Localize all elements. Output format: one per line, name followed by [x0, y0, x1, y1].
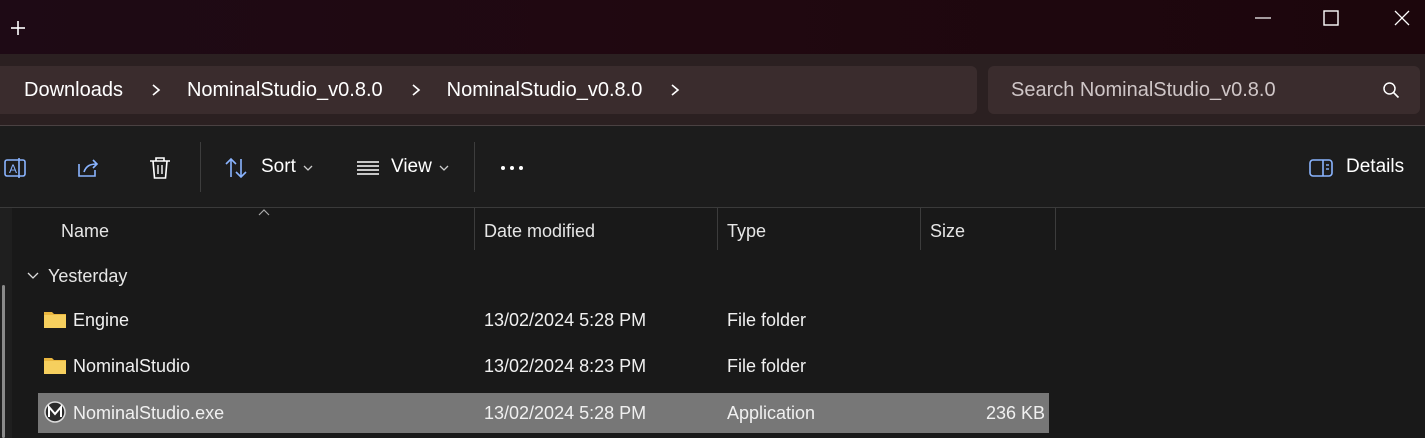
sort-icon[interactable] — [223, 155, 249, 181]
plus-icon[interactable] — [8, 18, 28, 38]
list-item[interactable]: NominalStudio 13/02/2024 8:23 PM File fo… — [38, 346, 1049, 386]
command-bar — [0, 126, 1425, 208]
folder-icon — [44, 358, 66, 374]
breadcrumb[interactable]: Downloads NominalStudio_v0.8.0 NominalSt… — [0, 66, 977, 114]
share-icon[interactable] — [75, 155, 101, 181]
group-header[interactable]: Yesterday — [48, 266, 127, 287]
file-name: NominalStudio — [73, 356, 191, 376]
view-button[interactable]: View — [391, 156, 432, 178]
chevron-down-icon[interactable] — [303, 164, 313, 172]
breadcrumb-item-parent[interactable]: NominalStudio_v0.8.0 — [187, 79, 383, 102]
file-size: 236 KB — [985, 403, 1045, 423]
breadcrumb-item-downloads[interactable]: Downloads — [24, 79, 123, 102]
maximize-icon[interactable] — [1319, 6, 1343, 30]
folder-icon — [44, 312, 66, 328]
list-item-selected[interactable]: NominalStudio.exe 13/02/2024 5:28 PM App… — [38, 393, 1049, 433]
file-type: File folder — [727, 310, 807, 330]
trash-icon[interactable] — [147, 155, 173, 181]
toolbar-separator — [200, 142, 201, 192]
svg-text:A: A — [9, 162, 17, 176]
chevron-right-icon[interactable] — [668, 83, 682, 97]
column-separator[interactable] — [474, 208, 475, 250]
file-name: Engine — [73, 310, 130, 330]
column-header-date-modified[interactable]: Date modified — [484, 221, 595, 242]
column-header-name[interactable]: Name — [61, 221, 109, 242]
file-type: Application — [727, 403, 816, 423]
column-header-size[interactable]: Size — [930, 221, 965, 242]
file-date: 13/02/2024 5:28 PM — [484, 310, 647, 330]
search-placeholder: Search NominalStudio_v0.8.0 — [1011, 79, 1276, 101]
rename-icon[interactable]: A — [3, 155, 29, 181]
search-icon[interactable] — [1382, 81, 1400, 99]
search-input[interactable]: Search NominalStudio_v0.8.0 — [988, 66, 1420, 114]
column-separator[interactable] — [1055, 208, 1056, 250]
toolbar-separator — [474, 142, 475, 192]
column-separator[interactable] — [717, 208, 718, 250]
scrollbar-thumb[interactable] — [2, 285, 5, 438]
minimize-icon[interactable] — [1251, 6, 1275, 30]
view-icon[interactable] — [355, 155, 381, 181]
details-pane-icon[interactable] — [1308, 155, 1334, 181]
sort-ascending-icon — [258, 209, 270, 216]
file-name: NominalStudio.exe — [73, 403, 225, 423]
chevron-down-icon[interactable] — [439, 164, 449, 172]
chevron-right-icon[interactable] — [409, 83, 423, 97]
column-header-type[interactable]: Type — [727, 221, 766, 242]
file-date: 13/02/2024 5:28 PM — [484, 403, 647, 423]
list-item[interactable]: Engine 13/02/2024 5:28 PM File folder — [38, 300, 1049, 340]
breadcrumb-item-current[interactable]: NominalStudio_v0.8.0 — [447, 79, 643, 102]
title-bar — [0, 0, 1425, 54]
file-date: 13/02/2024 8:23 PM — [484, 356, 647, 376]
close-icon[interactable] — [1390, 6, 1414, 30]
chevron-down-icon[interactable] — [27, 270, 39, 280]
file-type: File folder — [727, 356, 807, 376]
column-separator[interactable] — [920, 208, 921, 250]
details-button[interactable]: Details — [1346, 156, 1404, 178]
more-icon[interactable] — [499, 155, 525, 181]
chevron-right-icon[interactable] — [149, 83, 163, 97]
app-icon — [44, 401, 66, 423]
sort-button[interactable]: Sort — [261, 156, 296, 178]
